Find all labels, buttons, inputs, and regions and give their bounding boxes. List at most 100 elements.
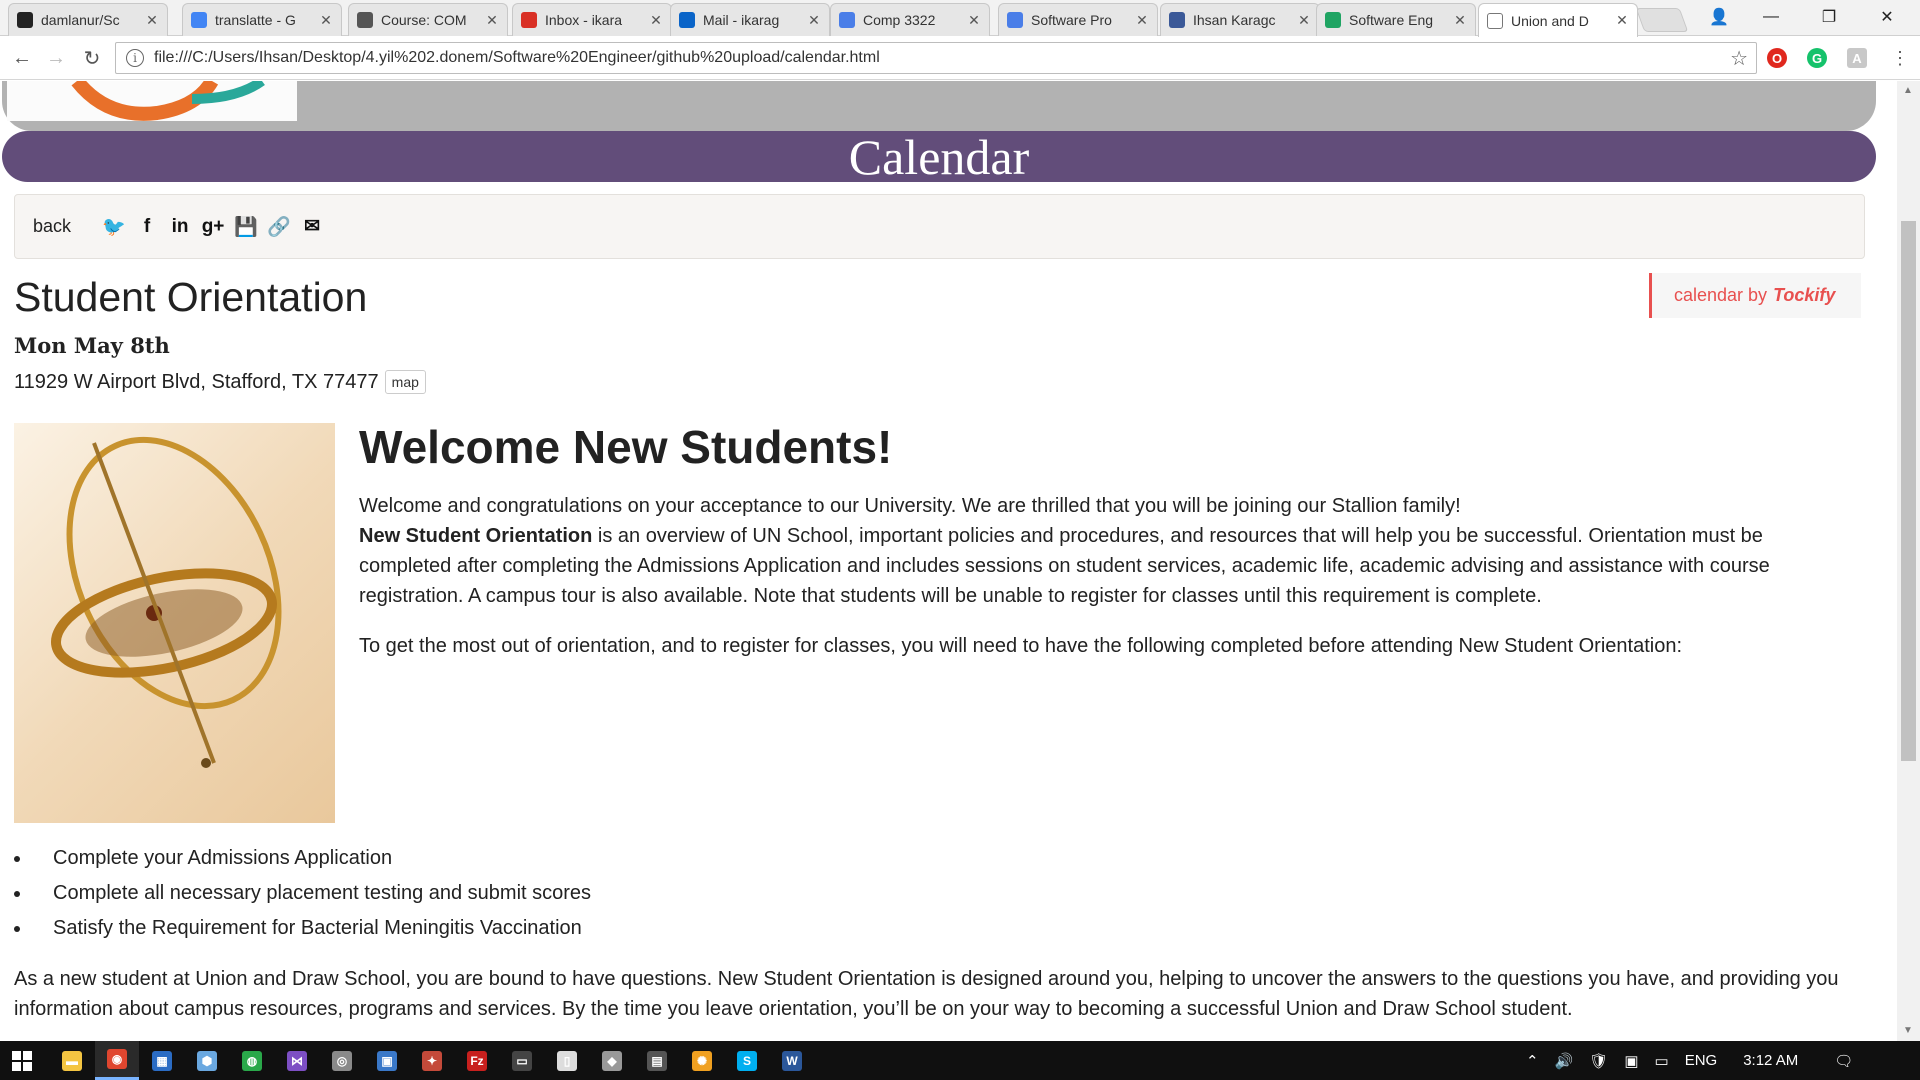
close-icon[interactable]: ✕ (967, 12, 981, 29)
taskbar-app[interactable]: ◆ (590, 1041, 634, 1080)
event-description: Welcome and congratulations on your acce… (359, 491, 1859, 681)
taskbar-app[interactable]: ▦ (140, 1041, 184, 1080)
browser-tab[interactable]: Software Pro ✕ (998, 3, 1158, 36)
intro-paragraph: Welcome and congratulations on your acce… (359, 495, 1461, 517)
defender-icon[interactable]: 🛡 (1589, 1052, 1608, 1070)
grammarly-extension-icon[interactable]: G (1807, 48, 1827, 68)
map-button[interactable]: map (384, 370, 426, 394)
scroll-thumb[interactable] (1901, 221, 1916, 761)
calculator-icon: ▤ (647, 1050, 667, 1071)
app-icon: ✺ (692, 1050, 712, 1071)
email-icon[interactable]: ✉ (301, 216, 323, 238)
language-indicator[interactable]: ENG (1685, 1052, 1718, 1069)
close-icon[interactable]: ✕ (145, 12, 159, 29)
close-icon[interactable]: ✕ (485, 12, 499, 29)
google-plus-icon[interactable]: g+ (202, 216, 225, 238)
gmail-icon (521, 12, 537, 28)
browser-tab[interactable]: damlanur/Sc ✕ (8, 3, 168, 36)
system-tray: ⌃ 🔊 🛡 ▣ ▭ ENG 3:12 AM 🗨 (1526, 1041, 1853, 1080)
page-icon (1487, 12, 1503, 29)
taskbar-app[interactable]: S (725, 1041, 769, 1080)
battery-icon[interactable]: ▭ (1655, 1052, 1669, 1070)
browser-tab[interactable]: Course: COM ✕ (348, 3, 508, 36)
bookmark-star-icon[interactable]: ☆ (1730, 46, 1748, 71)
browser-tab[interactable]: Ihsan Karagc ✕ (1160, 3, 1320, 36)
prep-paragraph: To get the most out of orientation, and … (359, 635, 1682, 657)
app-icon: ◆ (602, 1050, 622, 1071)
moodle-icon (357, 12, 373, 28)
outlook-icon (679, 12, 695, 28)
reload-icon[interactable]: ↻ (78, 44, 106, 72)
close-icon[interactable]: ✕ (807, 12, 821, 29)
taskbar-app[interactable]: ▣ (365, 1041, 409, 1080)
restore-button[interactable]: ❐ (1806, 0, 1852, 34)
browser-tab[interactable]: translatte - G ✕ (182, 3, 342, 36)
new-tab-button[interactable] (1635, 8, 1689, 32)
browser-tab[interactable]: Inbox - ikara ✕ (512, 3, 672, 36)
close-icon[interactable]: ✕ (1135, 12, 1149, 29)
requirement-text: Complete your Admissions Application (53, 847, 393, 869)
tab-title: Course: COM (381, 12, 467, 28)
close-icon[interactable]: ✕ (1297, 12, 1311, 29)
close-icon[interactable]: ✕ (1615, 12, 1629, 29)
browser-tab[interactable]: Union and D ✕ (1478, 3, 1638, 37)
browser-tab[interactable]: Comp 3322 ✕ (830, 3, 990, 36)
browser-tab[interactable]: Mail - ikarag ✕ (670, 3, 830, 36)
tray-chevron-icon[interactable]: ⌃ (1526, 1052, 1539, 1070)
windows-icon (12, 1050, 32, 1071)
app-icon: ◎ (332, 1050, 352, 1071)
list-item: Complete all necessary placement testing… (14, 876, 591, 911)
scroll-up-icon[interactable]: ▲ (1903, 85, 1913, 96)
taskbar-app[interactable]: ◍ (230, 1041, 274, 1080)
profile-icon[interactable]: 👤 (1696, 0, 1742, 34)
info-icon[interactable]: i (126, 49, 144, 67)
notifications-icon[interactable]: 🗨 (1834, 1052, 1853, 1070)
twitter-icon[interactable]: 🐦 (102, 216, 126, 238)
filezilla-icon: Fz (467, 1050, 487, 1071)
list-item: Satisfy the Requirement for Bacterial Me… (14, 911, 591, 946)
taskbar-app[interactable]: ▯ (545, 1041, 589, 1080)
browser-toolbar: ← → ↻ i file:///C:/Users/Ihsan/Desktop/4… (0, 36, 1920, 80)
app-icon: ✦ (422, 1050, 442, 1071)
start-button[interactable] (0, 1041, 44, 1080)
taskbar-app[interactable]: ⋈ (275, 1041, 319, 1080)
facebook-icon[interactable]: f (136, 216, 158, 238)
tockify-badge[interactable]: calendar by Tockify (1649, 273, 1861, 318)
taskbar-app[interactable]: ⬢ (185, 1041, 229, 1080)
clock[interactable]: 3:12 AM (1743, 1052, 1798, 1069)
taskbar-app[interactable]: ▬ (50, 1041, 94, 1080)
menu-icon[interactable]: ⋮ (1886, 44, 1914, 72)
tab-title: Union and D (1511, 12, 1589, 29)
linkedin-icon[interactable]: in (169, 216, 191, 238)
taskbar-app[interactable]: Fz (455, 1041, 499, 1080)
windows-taskbar: ⌃ 🔊 🛡 ▣ ▭ ENG 3:12 AM 🗨 ▬ ◉ ▦ ⬢ ◍ ⋈ ◎ ▣ ✦ Fz ▭ ▯ ◆ ▤ ✺… (0, 1041, 1920, 1080)
address-bar[interactable]: i file:///C:/Users/Ihsan/Desktop/4.yil%2… (115, 42, 1757, 74)
scroll-down-icon[interactable]: ▼ (1903, 1025, 1913, 1036)
close-icon[interactable]: ✕ (319, 12, 333, 29)
close-icon[interactable]: ✕ (1453, 12, 1467, 29)
site-logo[interactable] (7, 81, 297, 121)
save-icon[interactable]: 💾 (234, 216, 258, 238)
vertical-scrollbar[interactable]: ▲ ▼ (1897, 81, 1920, 1041)
volume-icon[interactable]: 🔊 (1555, 1052, 1574, 1070)
close-window-button[interactable]: ✕ (1864, 0, 1910, 34)
back-arrow-icon[interactable]: ← (8, 44, 36, 72)
tockify-brand: Tockify (1773, 285, 1836, 305)
link-icon[interactable]: 🔗 (267, 216, 291, 238)
forward-arrow-icon[interactable]: → (42, 44, 70, 72)
tab-title: Mail - ikarag (703, 12, 780, 28)
close-icon[interactable]: ✕ (649, 12, 663, 29)
extension-icon[interactable]: A (1847, 48, 1867, 68)
taskbar-app[interactable]: ▤ (635, 1041, 679, 1080)
taskbar-app[interactable]: ◉ (95, 1041, 139, 1080)
taskbar-app[interactable]: ✦ (410, 1041, 454, 1080)
taskbar-app[interactable]: ✺ (680, 1041, 724, 1080)
taskbar-app[interactable]: ◎ (320, 1041, 364, 1080)
browser-tab[interactable]: Software Eng ✕ (1316, 3, 1476, 36)
opera-extension-icon[interactable]: O (1767, 48, 1787, 68)
minimize-button[interactable]: — (1748, 0, 1794, 34)
network-icon[interactable]: ▣ (1624, 1052, 1638, 1070)
taskbar-app[interactable]: ▭ (500, 1041, 544, 1080)
back-link[interactable]: back (33, 216, 71, 237)
taskbar-app[interactable]: W (770, 1041, 814, 1080)
